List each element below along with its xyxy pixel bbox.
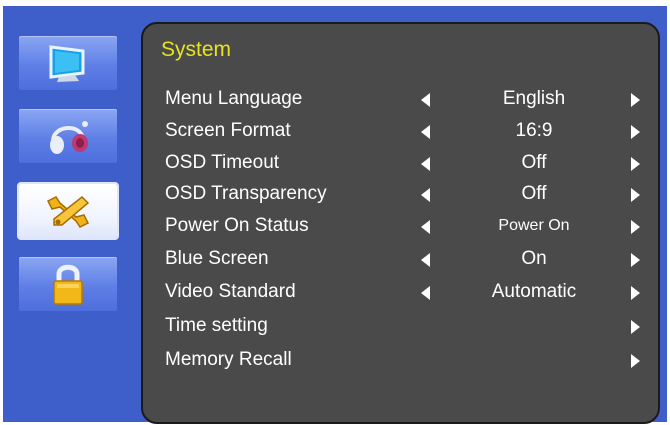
menu-item-value: Off bbox=[521, 152, 547, 173]
osd-frame: System Menu Language English Screen Format… bbox=[3, 6, 667, 424]
menu-row[interactable]: Time setting bbox=[143, 312, 658, 342]
headphones-icon bbox=[50, 121, 88, 154]
menu-row[interactable]: OSD Transparency Off bbox=[143, 180, 658, 210]
menu-item-label: Power On Status bbox=[165, 215, 309, 236]
menu-row[interactable]: Menu Language English bbox=[143, 85, 658, 115]
menu-item-value: English bbox=[502, 88, 566, 109]
menu-item-value: Automatic bbox=[491, 281, 577, 302]
arrow-right-icon[interactable] bbox=[631, 253, 640, 267]
menu-item-label: OSD Transparency bbox=[165, 183, 327, 204]
sidebar-item-picture[interactable] bbox=[19, 36, 117, 90]
menu-row[interactable]: Video Standard Automatic bbox=[143, 278, 658, 308]
arrow-left-icon[interactable] bbox=[421, 253, 430, 267]
arrow-right-icon[interactable] bbox=[631, 320, 640, 334]
arrow-right-icon[interactable] bbox=[631, 286, 640, 300]
menu-title: System bbox=[161, 38, 232, 61]
arrow-right-icon[interactable] bbox=[631, 188, 640, 202]
arrow-right-icon[interactable] bbox=[631, 220, 640, 234]
menu-item-value: Power On bbox=[498, 217, 570, 234]
menu-item-label: OSD Timeout bbox=[165, 152, 280, 173]
menu-item-label: Blue Screen bbox=[165, 248, 269, 269]
arrow-right-icon[interactable] bbox=[631, 157, 640, 171]
menu-item-value: 16:9 bbox=[515, 120, 553, 141]
arrow-right-icon[interactable] bbox=[631, 93, 640, 107]
arrow-right-icon[interactable] bbox=[631, 354, 640, 368]
menu-row[interactable]: Blue Screen On bbox=[143, 245, 658, 275]
menu-item-label: Time setting bbox=[165, 315, 268, 336]
lock-icon bbox=[53, 264, 83, 305]
arrow-left-icon[interactable] bbox=[421, 157, 430, 171]
arrow-left-icon[interactable] bbox=[421, 188, 430, 202]
system-menu-panel: System Menu Language English Screen Format… bbox=[141, 22, 660, 424]
arrow-left-icon[interactable] bbox=[421, 125, 430, 139]
arrow-right-icon[interactable] bbox=[631, 125, 640, 139]
menu-item-label: Menu Language bbox=[165, 88, 303, 109]
menu-item-value: On bbox=[521, 248, 547, 269]
sidebar-item-lock[interactable] bbox=[19, 257, 117, 311]
menu-item-label: Video Standard bbox=[165, 281, 296, 302]
menu-item-label: Memory Recall bbox=[165, 349, 292, 370]
menu-row[interactable]: Screen Format 16:9 bbox=[143, 117, 658, 147]
sidebar-item-system[interactable] bbox=[17, 182, 119, 240]
menu-row[interactable]: Power On Status Power On bbox=[143, 212, 658, 242]
menu-item-value: Off bbox=[521, 183, 547, 204]
arrow-left-icon[interactable] bbox=[421, 220, 430, 234]
menu-item-label: Screen Format bbox=[165, 120, 291, 141]
menu-row[interactable]: OSD Timeout Off bbox=[143, 149, 658, 179]
arrow-left-icon[interactable] bbox=[421, 93, 430, 107]
monitor-icon bbox=[49, 45, 85, 82]
arrow-left-icon[interactable] bbox=[421, 286, 430, 300]
wrench-icon bbox=[46, 195, 90, 228]
sidebar-item-audio[interactable] bbox=[19, 109, 117, 163]
menu-row[interactable]: Memory Recall bbox=[143, 346, 658, 376]
